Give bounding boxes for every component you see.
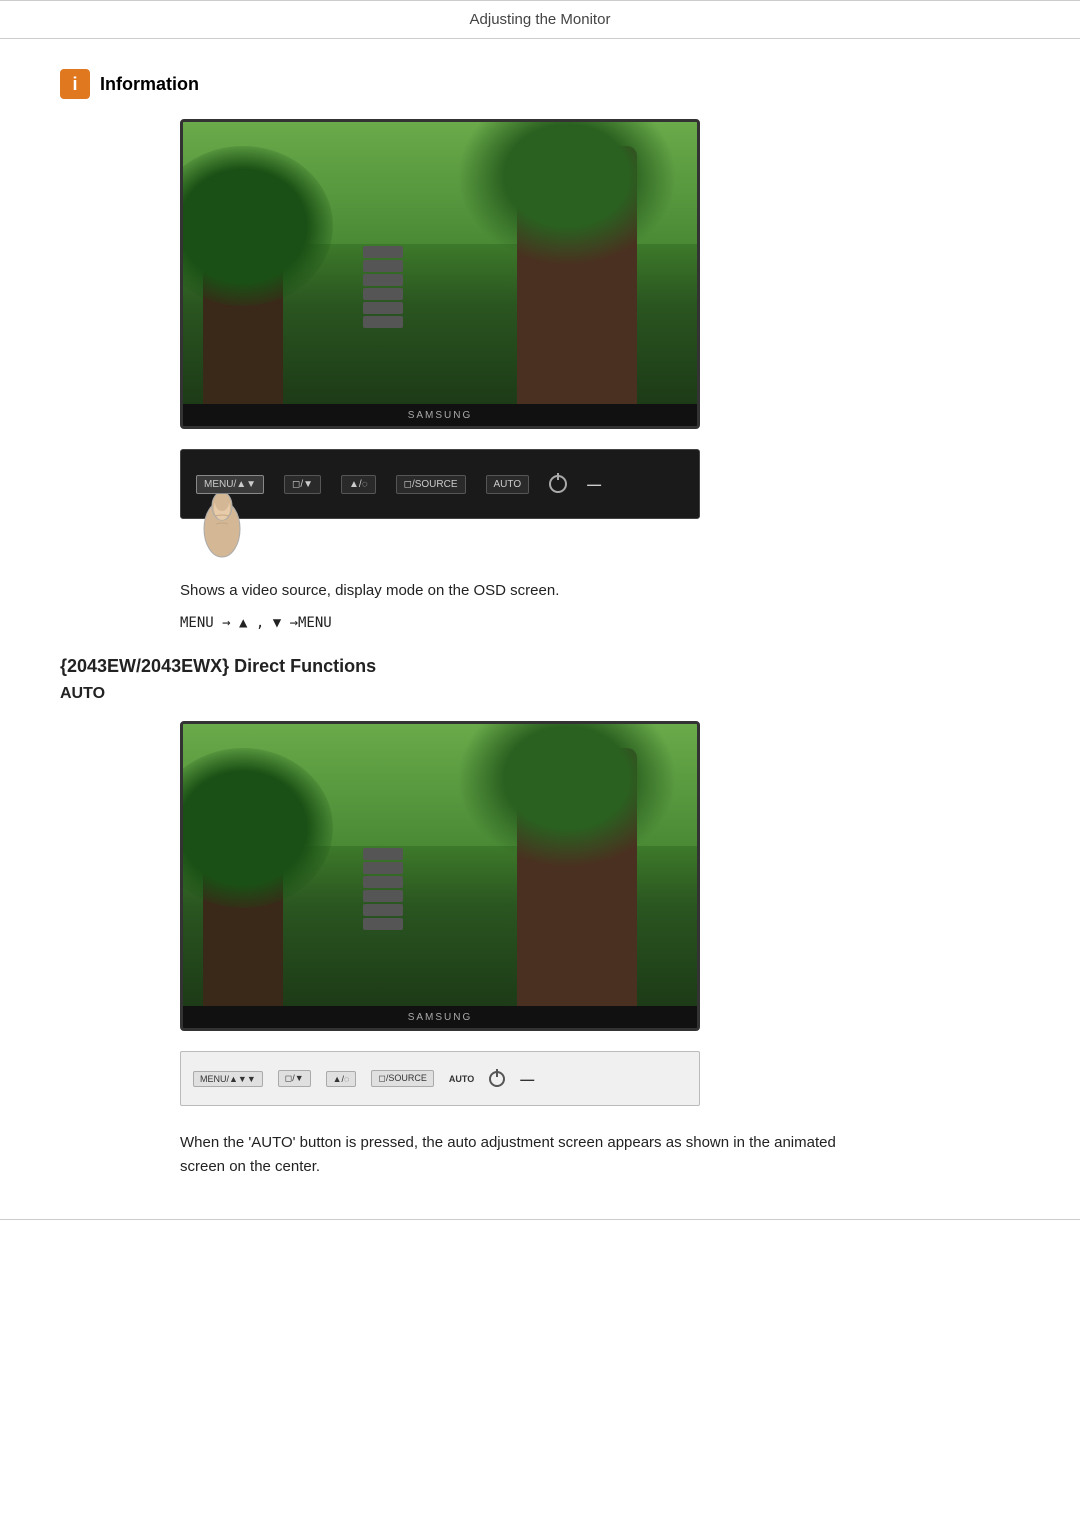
direct-functions-title: {2043EW/2043EWX} Direct Functions [60,656,1020,677]
monitor-image-wrapper-1: SAMSUNG [180,119,1020,429]
pagoda-2 [363,848,403,968]
ctrl2-source-btn: ◻/SOURCE [371,1070,433,1087]
samsung-text-2: SAMSUNG [408,1012,473,1023]
samsung-text-1: SAMSUNG [408,410,473,421]
tree-large [517,146,637,426]
ctrl-up-btn: ▲/◌ [341,475,376,494]
description-text: Shows a video source, display mode on th… [180,579,1020,603]
samsung-logo-bar-2: SAMSUNG [183,1006,697,1028]
monitor-screenshot-1: SAMSUNG [180,119,700,429]
ctrl2-minus-btn: — [520,1071,534,1087]
ctrl-menu-btn: MENU/▲▼ [196,475,264,494]
control-bar-wrapper-2: MENU/▲▼▼ ◻/▼ ▲/◌ ◻/SOURCE AUTO — [180,1051,1020,1106]
monitor-image-wrapper-2: SAMSUNG [180,721,1020,1031]
info-icon: i [60,69,90,99]
ctrl2-power-btn [489,1071,505,1087]
control-bar-1: MENU/▲▼ ◻/▼ ▲/◌ ◻/SOURCE AUTO — [180,449,700,519]
auto-subtitle: AUTO [60,685,1020,703]
page-title: Adjusting the Monitor [470,11,611,28]
page-footer [0,1219,1080,1220]
ctrl-display-btn: ◻/▼ [284,475,321,494]
ctrl-minus-btn: — [587,476,601,492]
finger-svg-1 [195,494,250,569]
page-header: Adjusting the Monitor [0,0,1080,39]
finger-cursor-1 [195,494,250,573]
pagoda [363,246,403,366]
auto-description-text: When the 'AUTO' button is pressed, the a… [180,1131,880,1179]
content-area: i Information SAMSUNG [0,69,1080,1179]
control-bar-wrapper-1: MENU/▲▼ ◻/▼ ▲/◌ ◻/SOURCE AUTO — [180,449,1020,519]
ctrl2-menu-btn: MENU/▲▼▼ [193,1071,263,1087]
monitor-screenshot-2: SAMSUNG [180,721,700,1031]
ctrl2-display-btn: ◻/▼ [278,1070,311,1087]
garden-scene-1: SAMSUNG [183,122,697,426]
information-title: Information [100,74,199,95]
tree-left-2 [203,828,283,1028]
ctrl2-up-btn: ▲/◌ [326,1071,357,1087]
ctrl2-auto-btn: AUTO [449,1074,474,1084]
tree-left [203,226,283,426]
control-bar-2: MENU/▲▼▼ ◻/▼ ▲/◌ ◻/SOURCE AUTO — [180,1051,700,1106]
ctrl-power-btn [549,475,567,493]
tree-large-2 [517,748,637,1028]
samsung-logo-bar-1: SAMSUNG [183,404,697,426]
menu-path-text: MENU → ▲ , ▼ →MENU [180,615,1020,631]
information-section-header: i Information [60,69,1020,99]
ctrl-source-btn: ◻/SOURCE [396,475,466,494]
garden-scene-2: SAMSUNG [183,724,697,1028]
ctrl-auto-btn: AUTO [486,475,530,494]
